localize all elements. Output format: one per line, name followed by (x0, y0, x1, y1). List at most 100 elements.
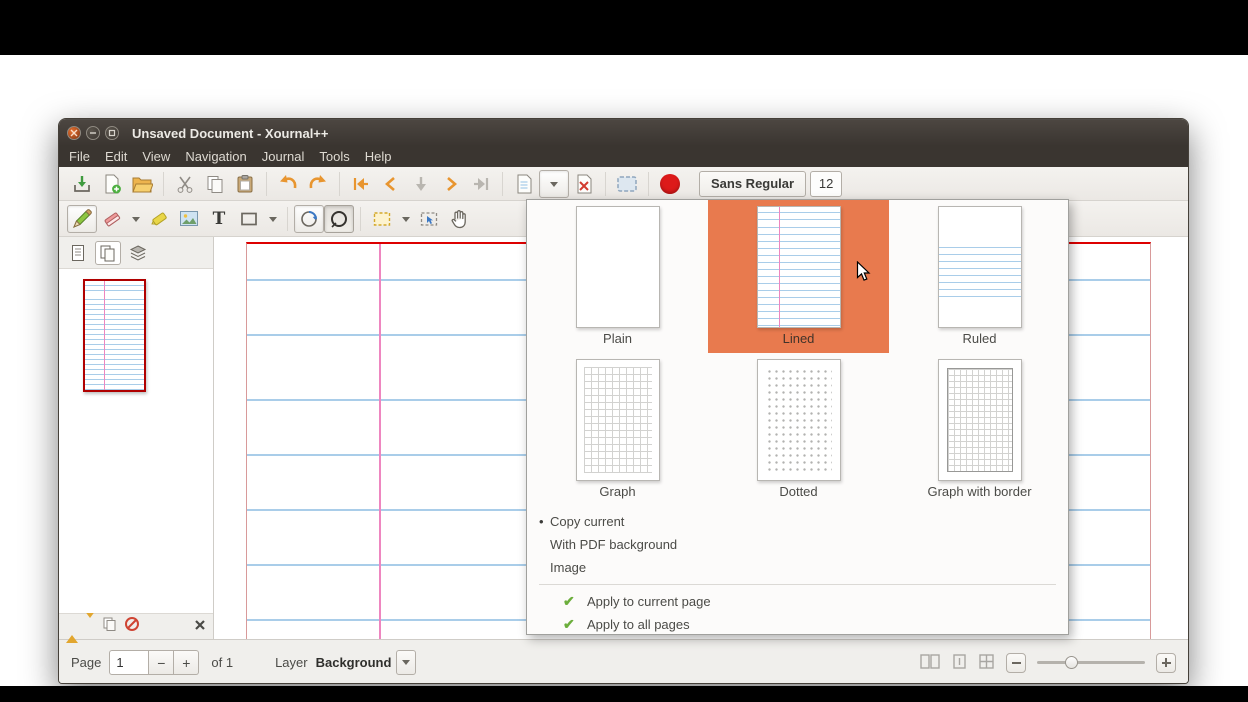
menu-item-label: Image (550, 560, 586, 575)
new-page-button[interactable] (509, 170, 539, 198)
close-button[interactable] (67, 126, 81, 140)
fullscreen-button[interactable] (612, 170, 642, 198)
text-tool-button[interactable]: T (204, 205, 234, 233)
copy-button[interactable] (200, 170, 230, 198)
menu-item-copy-current[interactable]: • Copy current (539, 510, 1056, 533)
zoom-slider-handle[interactable] (1065, 656, 1078, 669)
goto-page-button[interactable] (406, 170, 436, 198)
grid-view-icon (978, 653, 995, 670)
page-label: Page (71, 655, 101, 670)
next-page-button[interactable] (436, 170, 466, 198)
highlighter-tool-button[interactable] (144, 205, 174, 233)
pen-tool-button[interactable] (67, 205, 97, 233)
redo-icon (307, 174, 329, 194)
maximize-button[interactable] (105, 126, 119, 140)
single-page-view-button[interactable] (952, 653, 967, 673)
shape-recognizer-button[interactable] (294, 205, 324, 233)
new-page-icon (514, 173, 534, 195)
desktop: Unsaved Document - Xournal++ File Edit V… (0, 55, 1248, 686)
select-dropdown-button[interactable] (397, 205, 414, 233)
copy-page-button[interactable] (102, 616, 118, 637)
menu-item-apply-all-pages[interactable]: ✔ Apply to all pages (539, 613, 1056, 636)
close-sidebar-button[interactable] (194, 618, 206, 636)
font-button[interactable]: Sans Regular (699, 171, 806, 197)
move-page-up-button[interactable] (66, 618, 78, 636)
template-option-plain[interactable]: Plain (527, 200, 708, 353)
dual-page-view-button[interactable] (919, 653, 941, 673)
check-icon: ✔ (563, 593, 579, 610)
toolbar-separator (266, 172, 267, 196)
menu-item-apply-current-page[interactable]: ✔ Apply to current page (539, 590, 1056, 613)
menu-help[interactable]: Help (365, 149, 392, 164)
menu-journal[interactable]: Journal (262, 149, 305, 164)
template-label: Dotted (779, 484, 817, 499)
undo-button[interactable] (273, 170, 303, 198)
eraser-tool-button[interactable] (97, 205, 127, 233)
shape-dropdown-button[interactable] (264, 205, 281, 233)
save-icon (71, 173, 93, 195)
delete-page-button[interactable] (569, 170, 599, 198)
template-option-graph-border[interactable]: Graph with border (889, 353, 1070, 506)
goto-page-down-icon (413, 175, 429, 193)
page-number-input[interactable] (109, 650, 149, 675)
arrow-up-icon (66, 612, 78, 643)
select-object-button[interactable] (414, 205, 444, 233)
sidebar-tab-page-preview[interactable] (95, 241, 121, 265)
template-preview-ruled (938, 206, 1022, 328)
page-template-dropdown-button[interactable] (539, 170, 569, 198)
template-option-graph[interactable]: Graph (527, 353, 708, 506)
menu-edit[interactable]: Edit (105, 149, 127, 164)
chevron-down-icon (550, 182, 558, 191)
menu-file[interactable]: File (69, 149, 90, 164)
cut-button[interactable] (170, 170, 200, 198)
redo-button[interactable] (303, 170, 333, 198)
previous-page-button[interactable] (376, 170, 406, 198)
layer-label: Layer (275, 655, 308, 670)
menu-item-pdf-background[interactable]: With PDF background (539, 533, 1056, 556)
titlebar: Unsaved Document - Xournal++ (59, 119, 1188, 146)
menu-tools[interactable]: Tools (319, 149, 349, 164)
select-region-button[interactable] (367, 205, 397, 233)
menu-view[interactable]: View (142, 149, 170, 164)
open-button[interactable] (127, 170, 157, 198)
font-size-field[interactable]: 12 (810, 171, 842, 197)
minus-icon (1012, 662, 1021, 664)
move-page-down-button[interactable] (84, 618, 96, 636)
sidebar-tab-contents[interactable] (65, 241, 91, 265)
template-preview-graph-border (938, 359, 1022, 481)
save-button[interactable] (67, 170, 97, 198)
page-thumbnail[interactable] (83, 279, 146, 392)
menu-item-label: Copy current (550, 514, 624, 529)
template-option-ruled[interactable]: Ruled (889, 200, 1070, 353)
record-icon (660, 174, 680, 194)
page-increment-button[interactable]: + (174, 650, 199, 675)
image-tool-button[interactable] (174, 205, 204, 233)
hand-tool-button[interactable] (444, 205, 474, 233)
paste-button[interactable] (230, 170, 260, 198)
next-page-icon (443, 176, 459, 192)
zoom-in-button[interactable] (1156, 653, 1176, 673)
record-button[interactable] (655, 170, 685, 198)
statusbar: Page − + of 1 Layer Background (59, 639, 1188, 684)
layer-dropdown-button[interactable] (396, 650, 416, 675)
zoom-slider[interactable] (1037, 661, 1145, 664)
shape-tool-button[interactable] (234, 205, 264, 233)
close-icon (194, 619, 206, 631)
menu-navigation[interactable]: Navigation (185, 149, 246, 164)
menu-item-label: Apply to all pages (587, 617, 690, 632)
menu-item-label: Apply to current page (587, 594, 711, 609)
menu-item-image[interactable]: Image (539, 556, 1056, 579)
screen: Unsaved Document - Xournal++ File Edit V… (0, 0, 1248, 702)
template-option-dotted[interactable]: Dotted (708, 353, 889, 506)
minimize-button[interactable] (86, 126, 100, 140)
sidebar-tab-layers[interactable] (125, 241, 151, 265)
zoom-out-button[interactable] (1006, 653, 1026, 673)
new-document-button[interactable] (97, 170, 127, 198)
draw-circle-button[interactable] (324, 205, 354, 233)
grid-view-button[interactable] (978, 653, 995, 673)
page-decrement-button[interactable]: − (149, 650, 174, 675)
first-page-button[interactable] (346, 170, 376, 198)
last-page-button[interactable] (466, 170, 496, 198)
eraser-dropdown-button[interactable] (127, 205, 144, 233)
delete-page-sidebar-button[interactable] (124, 616, 140, 637)
